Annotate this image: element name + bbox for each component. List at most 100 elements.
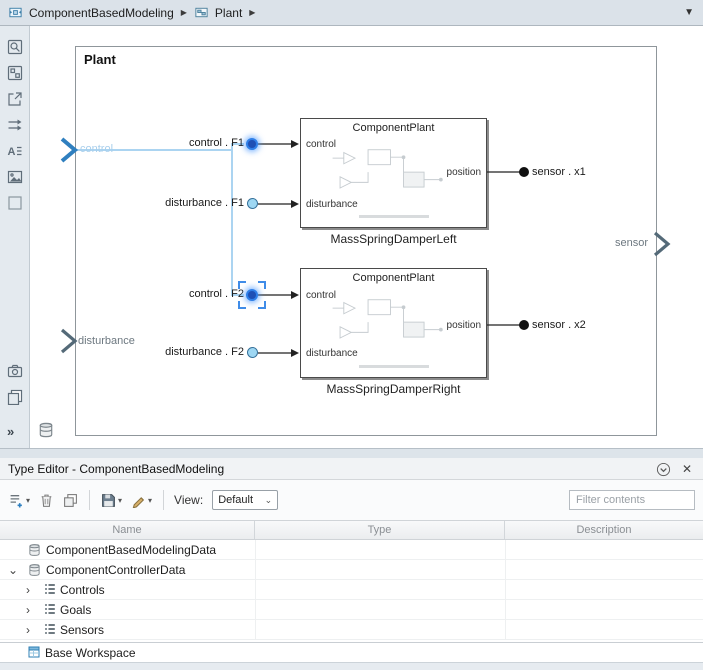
port-dot-control-f1[interactable] <box>246 138 258 150</box>
delete-button[interactable] <box>36 488 57 512</box>
annotation-icon[interactable]: A <box>6 142 24 160</box>
data-dictionary-icon <box>28 543 41 557</box>
model-canvas[interactable]: Plant control disturbance sensor control… <box>30 26 703 448</box>
collapse-panel-button[interactable] <box>655 461 671 477</box>
breadcrumb-item-model[interactable]: ComponentBasedModeling <box>29 6 174 20</box>
input-port-label-control[interactable]: control <box>80 143 113 155</box>
block-massspringdamperleft[interactable]: ComponentPlant control disturbance posit… <box>300 118 487 228</box>
grid-icon[interactable] <box>6 64 24 82</box>
copy-button[interactable] <box>60 488 81 512</box>
expand-chevron-icon[interactable]: › <box>26 582 30 598</box>
chevron-down-icon: ⌄ <box>264 494 273 505</box>
view-select-value: Default <box>218 494 254 506</box>
signal-label-disturbance-f1[interactable]: disturbance . F1 <box>156 197 244 209</box>
bus-icon <box>44 623 56 635</box>
row-name: ComponentBasedModelingData <box>46 543 217 557</box>
workspace-icon <box>28 646 40 658</box>
view-select[interactable]: Default ⌄ <box>212 490 279 510</box>
panel-title: Type Editor - ComponentBasedModeling <box>8 461 225 476</box>
signal-label-sensor-x1[interactable]: sensor . x1 <box>532 166 586 178</box>
signal-label-control-f1[interactable]: control . F1 <box>156 137 244 149</box>
port-dot-disturbance-f1[interactable] <box>247 198 258 209</box>
breadcrumb-arrow-icon: ▶ <box>180 8 187 17</box>
block-caption-right[interactable]: MassSpringDamperRight <box>300 382 487 396</box>
model-icon <box>8 5 23 20</box>
column-header-type[interactable]: Type <box>255 521 505 539</box>
row-name: Base Workspace <box>45 646 136 660</box>
signal-label-control-f2[interactable]: control . F2 <box>156 288 244 300</box>
block-thumbnail-bar <box>359 215 429 218</box>
type-editor-header: Type Editor - ComponentBasedModeling ✕ <box>0 458 703 480</box>
selection-brackets <box>238 281 266 309</box>
table-row[interactable]: › Controls <box>0 580 703 600</box>
row-name: ComponentControllerData <box>46 563 186 577</box>
close-icon: ✕ <box>681 462 693 476</box>
block-massspringdamperright[interactable]: ComponentPlant control disturbance posit… <box>300 268 487 378</box>
tool-palette: A » <box>0 26 30 448</box>
block-thumbnail-bar <box>359 365 429 368</box>
row-name: Controls <box>60 583 105 597</box>
breadcrumb-arrow-icon: ▶ <box>249 8 256 17</box>
table-row[interactable]: › Sensors <box>0 620 703 640</box>
svg-text:A: A <box>8 146 16 158</box>
breadcrumb-item-subsystem[interactable]: Plant <box>215 6 242 20</box>
table-header: Name Type Description <box>0 520 703 540</box>
row-name: Goals <box>60 603 92 617</box>
save-button[interactable]: ▾ <box>98 488 125 512</box>
edit-button[interactable]: ▾ <box>128 488 155 512</box>
signal-label-disturbance-f2[interactable]: disturbance . F2 <box>156 346 244 358</box>
breadcrumb-overflow-caret[interactable]: ▼ <box>684 7 694 18</box>
port-dot-disturbance-f2[interactable] <box>247 347 258 358</box>
block-caption-left[interactable]: MassSpringDamperLeft <box>300 232 487 246</box>
layers-icon[interactable] <box>6 388 24 406</box>
bus-icon <box>44 603 56 615</box>
area-icon[interactable] <box>6 194 24 212</box>
row-name: Sensors <box>60 623 105 637</box>
viewmark-icon[interactable] <box>6 362 24 380</box>
expand-chevron-icon[interactable]: › <box>26 602 30 618</box>
collapse-chevron-icon[interactable]: ⌄ <box>8 562 18 578</box>
data-dictionary-icon <box>28 563 41 577</box>
column-header-description[interactable]: Description <box>505 521 703 539</box>
dropdown-caret-icon: ▾ <box>118 495 123 505</box>
image-icon[interactable] <box>6 168 24 186</box>
block-title: ComponentPlant <box>352 272 435 284</box>
signal-routing-icon[interactable] <box>6 116 24 134</box>
signal-label-sensor-x2[interactable]: sensor . x2 <box>532 319 586 331</box>
data-dictionary-badge-icon[interactable] <box>38 422 54 438</box>
simulink-window: ComponentBasedModeling ▶ Plant ▶ ▼ A » P… <box>0 0 703 670</box>
block-title: ComponentPlant <box>352 122 435 134</box>
zoom-icon[interactable] <box>6 38 24 56</box>
close-panel-button[interactable]: ✕ <box>679 461 695 477</box>
table-row[interactable]: ComponentBasedModelingData <box>0 540 703 560</box>
base-workspace-row[interactable]: Base Workspace <box>0 642 703 662</box>
input-port-chevron-disturbance <box>60 328 78 354</box>
table-row[interactable]: ⌄ ComponentControllerData <box>0 560 703 580</box>
table-row[interactable]: › Goals <box>0 600 703 620</box>
column-header-name[interactable]: Name <box>0 521 255 539</box>
type-editor-toolbar: ▾ ▾ ▾ View: Default ⌄ <box>0 480 703 520</box>
bus-icon <box>44 583 56 595</box>
input-port-label-disturbance[interactable]: disturbance <box>78 335 135 347</box>
view-label: View: <box>174 493 204 507</box>
output-port-label-sensor[interactable]: sensor <box>590 237 648 249</box>
open-external-icon[interactable] <box>6 90 24 108</box>
expand-rail-button[interactable]: » <box>7 424 14 439</box>
subsystem-icon <box>194 5 209 20</box>
block-thumbnail <box>332 149 443 189</box>
type-table: ComponentBasedModelingData ⌄ ComponentCo… <box>0 540 703 640</box>
expand-chevron-icon[interactable]: › <box>26 622 30 638</box>
panel-divider[interactable] <box>0 448 703 458</box>
filter-input[interactable] <box>569 490 695 510</box>
port-dot-sensor-x2[interactable] <box>519 320 529 330</box>
port-dot-sensor-x1[interactable] <box>519 167 529 177</box>
breadcrumb: ComponentBasedModeling ▶ Plant ▶ ▼ <box>0 0 703 26</box>
block-thumbnail <box>332 299 443 339</box>
toolbar-separator <box>163 490 165 510</box>
dropdown-caret-icon: ▾ <box>26 495 31 505</box>
status-strip <box>0 662 703 670</box>
plant-subsystem-title: Plant <box>84 52 116 67</box>
input-port-chevron-control <box>60 137 79 163</box>
add-entry-button[interactable]: ▾ <box>6 488 33 512</box>
toolbar-separator <box>89 490 91 510</box>
